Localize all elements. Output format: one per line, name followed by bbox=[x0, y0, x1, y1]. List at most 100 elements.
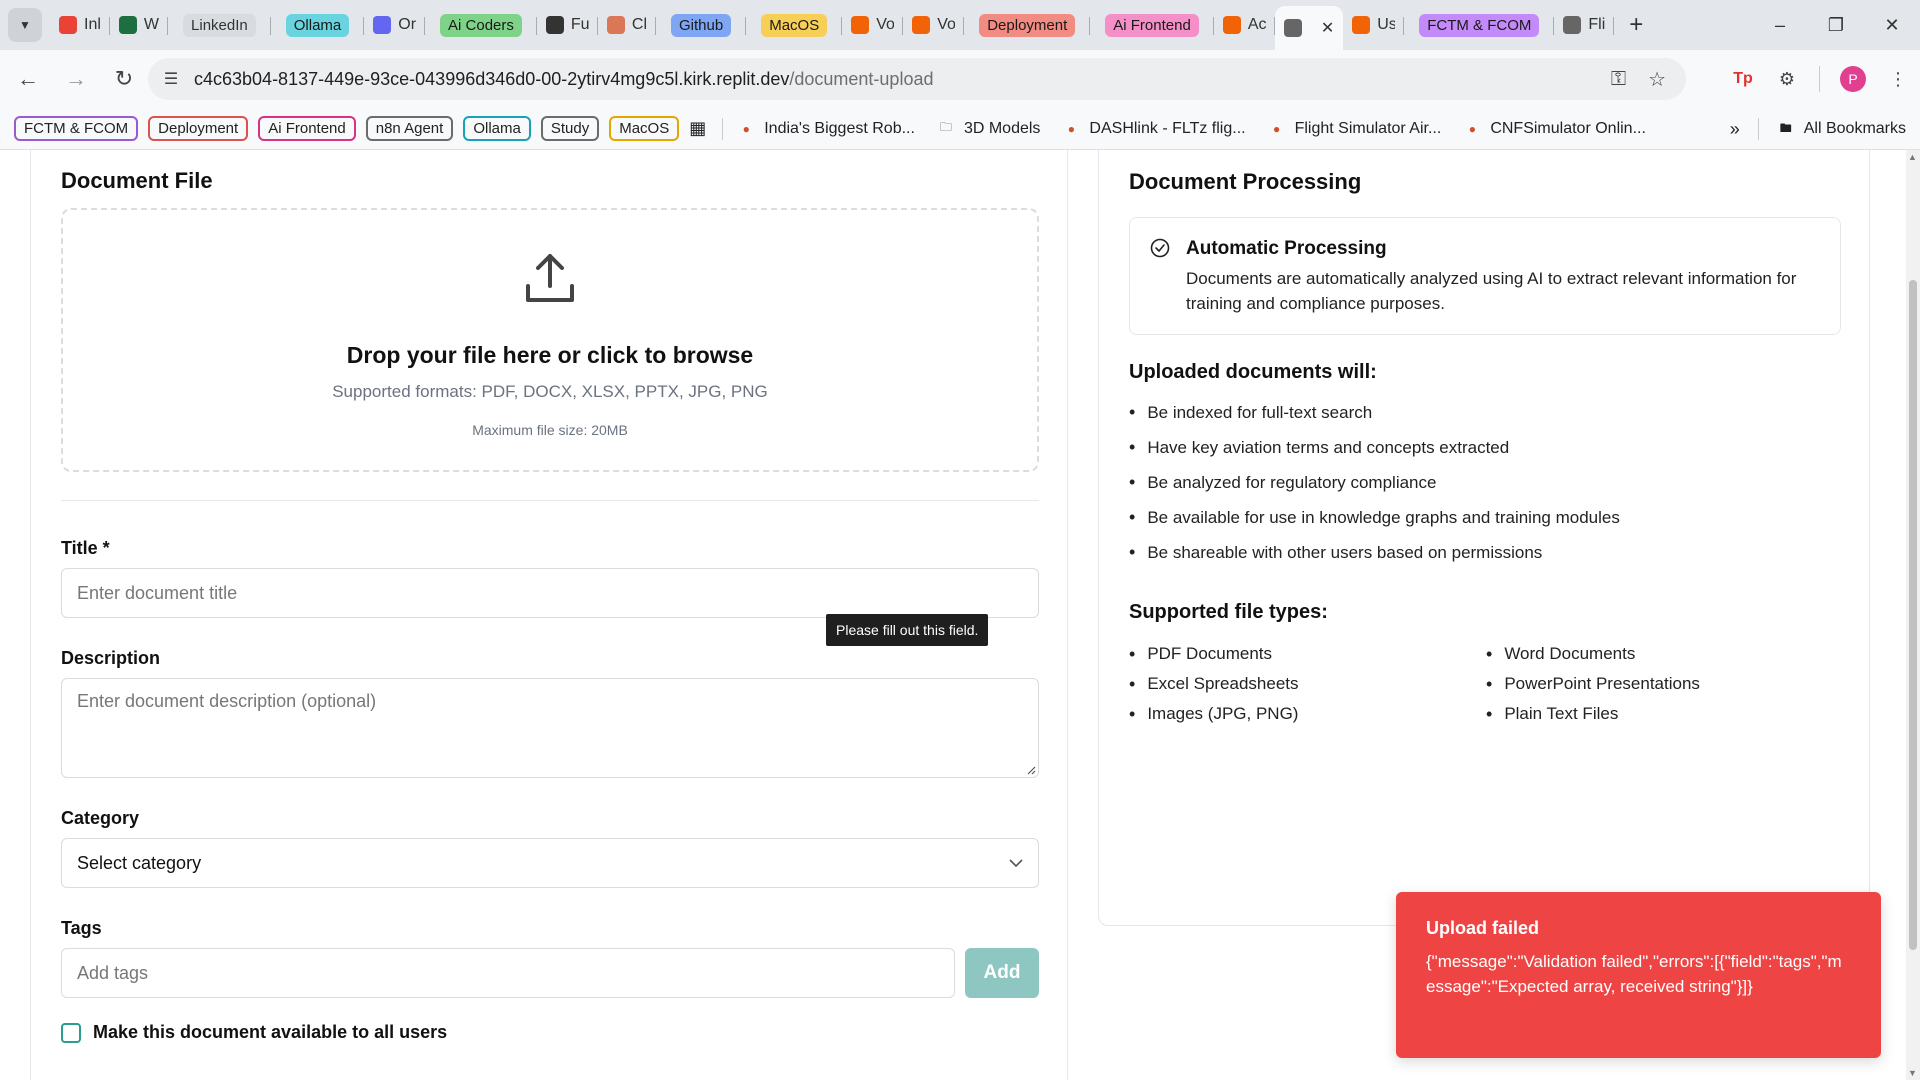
browser-tab[interactable]: Vo bbox=[903, 5, 965, 45]
tab-group-label[interactable]: Ollama bbox=[285, 13, 350, 37]
section-divider bbox=[61, 500, 1039, 501]
list-item: Be indexed for full-text search bbox=[1129, 395, 1620, 430]
bookmark-link[interactable]: 🗀 3D Models bbox=[937, 120, 1041, 138]
file-dropzone[interactable]: Drop your file here or click to browse S… bbox=[61, 208, 1039, 472]
add-tag-button[interactable]: Add bbox=[965, 948, 1039, 998]
filetypes-list-left: PDF DocumentsExcel SpreadsheetsImages (J… bbox=[1129, 639, 1298, 729]
browser-tab[interactable]: FCTM & FCOM bbox=[1404, 5, 1555, 45]
resize-handle-icon[interactable] bbox=[1026, 765, 1036, 775]
public-checkbox[interactable] bbox=[61, 1022, 81, 1043]
apps-grid-icon[interactable]: ▦ bbox=[689, 118, 706, 139]
back-icon[interactable]: ← bbox=[8, 59, 48, 99]
title-input[interactable]: Enter document title bbox=[61, 568, 1039, 618]
list-item: Be available for use in knowledge graphs… bbox=[1129, 500, 1620, 535]
browser-tab[interactable]: Or bbox=[364, 5, 425, 45]
public-checkbox-row[interactable]: Make this document available to all user… bbox=[61, 1022, 447, 1043]
tab-title: W bbox=[143, 16, 160, 33]
document-file-heading: Document File bbox=[61, 168, 213, 193]
bookmark-star-icon[interactable]: ☆ bbox=[1648, 67, 1666, 92]
replit-icon bbox=[1222, 16, 1241, 34]
tab-group-label[interactable]: Ai Coders bbox=[440, 13, 522, 37]
robot-site-icon: ● bbox=[742, 121, 750, 136]
error-toast[interactable]: Upload failed {"message":"Validation fai… bbox=[1396, 892, 1881, 1058]
bookmark-group-chip[interactable]: Study bbox=[540, 116, 600, 141]
tab-search-button[interactable]: ▼ bbox=[8, 8, 42, 42]
url-text[interactable]: c4c63b04-8137-449e-93ce-043996d346d0-00-… bbox=[194, 69, 933, 90]
filetypes-list-right: Word DocumentsPowerPoint PresentationsPl… bbox=[1486, 639, 1700, 729]
openrouter-icon bbox=[373, 16, 392, 34]
dropzone-max-size: Maximum file size: 20MB bbox=[472, 422, 628, 438]
reload-icon[interactable]: ↻ bbox=[104, 59, 144, 99]
browser-tab[interactable]: Fli bbox=[1554, 5, 1615, 45]
browser-tab[interactable]: Ai Coders bbox=[425, 5, 537, 45]
browser-tab[interactable]: Ac bbox=[1214, 5, 1275, 45]
automatic-processing-box: Automatic Processing Documents are autom… bbox=[1129, 217, 1841, 335]
bookmark-link[interactable]: ● Flight Simulator Air... bbox=[1268, 120, 1441, 138]
browser-tab[interactable]: ✕ bbox=[1274, 6, 1344, 50]
bookmark-group-chip[interactable]: Ai Frontend bbox=[258, 116, 356, 141]
browser-tab[interactable]: Us bbox=[1343, 5, 1405, 45]
automatic-processing-desc: Documents are automatically analyzed usi… bbox=[1186, 269, 1797, 313]
category-label: Category bbox=[61, 808, 140, 828]
browser-tab[interactable]: Github bbox=[656, 5, 747, 45]
all-bookmarks-button[interactable]: 🖿 All Bookmarks bbox=[1777, 120, 1906, 138]
tab-title: Vo bbox=[876, 16, 895, 33]
chevron-down-icon bbox=[1009, 858, 1023, 867]
bookmark-link[interactable]: ● India's Biggest Rob... bbox=[737, 120, 915, 138]
bookmark-group-chip[interactable]: Deployment bbox=[148, 116, 249, 141]
bookmark-group-chip[interactable]: n8n Agent bbox=[365, 116, 454, 141]
filetype-item: Word Documents bbox=[1486, 639, 1700, 669]
tags-input[interactable]: Add tags bbox=[61, 948, 955, 998]
browser-tab[interactable]: Ollama bbox=[271, 5, 365, 45]
simulator-icon: ● bbox=[1468, 121, 1476, 136]
tab-title: Us bbox=[1377, 16, 1396, 33]
tab-group-label[interactable]: MacOS bbox=[761, 13, 828, 37]
close-window-icon[interactable]: ✕ bbox=[1864, 0, 1920, 50]
bookmark-group-chip[interactable]: FCTM & FCOM bbox=[14, 116, 139, 141]
browser-tab[interactable]: MacOS bbox=[746, 5, 843, 45]
page-scrollbar[interactable]: ▲ ▼ bbox=[1906, 150, 1920, 1080]
description-textarea[interactable]: Enter document description (optional) bbox=[61, 678, 1039, 778]
profile-avatar[interactable]: P bbox=[1840, 66, 1866, 92]
bookmark-group-chip[interactable]: MacOS bbox=[609, 116, 680, 141]
extensions-puzzle-icon[interactable]: ⚙ bbox=[1769, 61, 1805, 97]
minimize-icon[interactable]: – bbox=[1752, 0, 1808, 50]
restore-icon[interactable]: ❐ bbox=[1808, 0, 1864, 50]
close-tab-icon[interactable]: ✕ bbox=[1321, 18, 1334, 38]
tab-group-label[interactable]: Deployment bbox=[979, 13, 1076, 37]
browser-tab[interactable]: Ai Frontend bbox=[1090, 5, 1214, 45]
browser-tab[interactable]: Fu bbox=[537, 5, 598, 45]
password-key-icon[interactable]: ⚿ bbox=[1611, 68, 1626, 91]
forward-icon[interactable]: → bbox=[56, 59, 96, 99]
tab-title: Or bbox=[398, 16, 417, 33]
page-viewport: Document File Drop your file here or cli… bbox=[0, 150, 1906, 1080]
bookmarks-bar: FCTM & FCOM Deployment Ai Frontend n8n Agen… bbox=[0, 108, 1920, 150]
filetype-item: PowerPoint Presentations bbox=[1486, 669, 1700, 699]
browser-tab[interactable]: LinkedIn bbox=[168, 5, 271, 45]
browser-tab[interactable]: Inl bbox=[50, 5, 110, 45]
browser-tab[interactable]: Vo bbox=[842, 5, 904, 45]
tab-group-label[interactable]: Ai Frontend bbox=[1105, 13, 1199, 37]
tab-group-label[interactable]: LinkedIn bbox=[183, 13, 256, 37]
scrollbar-thumb[interactable] bbox=[1909, 280, 1917, 950]
menu-dots-icon[interactable]: ⋮ bbox=[1880, 61, 1916, 97]
tab-group-label[interactable]: FCTM & FCOM bbox=[1419, 13, 1540, 37]
bookmarks-divider bbox=[722, 117, 724, 140]
site-settings-icon[interactable]: ☰ bbox=[156, 64, 186, 94]
bookmark-group-chip[interactable]: Ollama bbox=[463, 116, 531, 141]
address-bar[interactable]: ☰ c4c63b04-8137-449e-93ce-043996d346d0-0… bbox=[148, 58, 1686, 100]
bookmark-link[interactable]: ● CNFSimulator Onlin... bbox=[1463, 120, 1646, 138]
browser-tab[interactable]: Deployment bbox=[964, 5, 1091, 45]
category-select[interactable]: Select category bbox=[61, 838, 1039, 888]
extension-tp-icon[interactable]: Tp bbox=[1725, 61, 1761, 97]
tab-group-label[interactable]: Github bbox=[671, 13, 732, 37]
browser-tab[interactable]: W bbox=[110, 5, 169, 45]
tab-title: Cl bbox=[631, 16, 647, 33]
scroll-up-icon[interactable]: ▲ bbox=[1908, 152, 1917, 162]
browser-tab[interactable]: Cl bbox=[598, 5, 657, 45]
new-tab-button[interactable]: + bbox=[1620, 9, 1652, 41]
bookmark-link[interactable]: ● DASHlink - FLTz flig... bbox=[1062, 120, 1246, 138]
scroll-down-icon[interactable]: ▼ bbox=[1908, 1068, 1917, 1078]
tags-label: Tags bbox=[61, 918, 102, 938]
more-bookmarks-icon[interactable]: » bbox=[1730, 119, 1740, 140]
